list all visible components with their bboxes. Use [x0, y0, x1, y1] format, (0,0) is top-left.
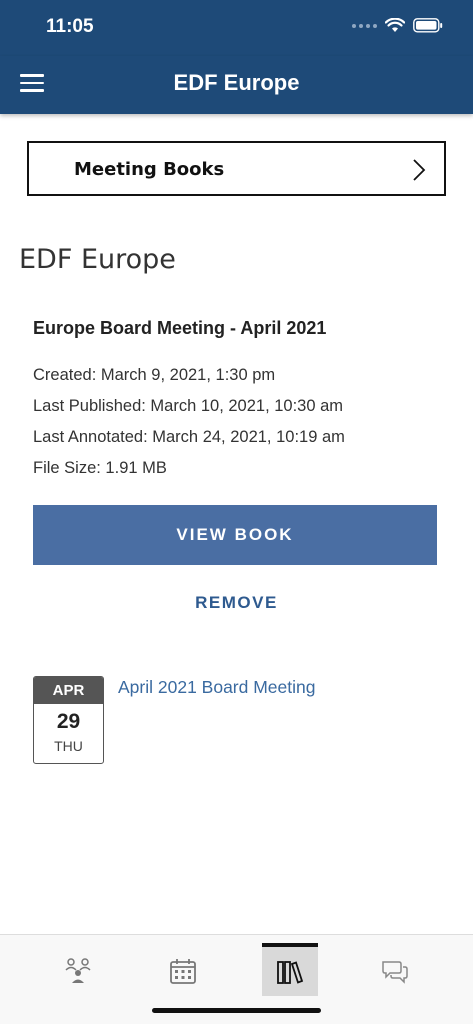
books-icon	[277, 960, 304, 984]
annotated-date: Last Annotated: March 24, 2021, 10:19 am	[33, 428, 345, 446]
chevron-right-icon	[413, 159, 426, 181]
published-date: Last Published: March 10, 2021, 10:30 am	[33, 397, 344, 415]
date-day: 29	[56, 710, 81, 733]
view-book-button[interactable]: VIEW BOOK	[33, 505, 437, 565]
status-icons	[352, 18, 443, 33]
wifi-icon	[385, 18, 405, 32]
date-weekday: THU	[54, 738, 83, 754]
page-title: EDF Europe	[173, 70, 300, 95]
section-title: EDF Europe	[19, 244, 176, 275]
chat-icon	[382, 961, 408, 984]
home-indicator	[152, 1008, 321, 1013]
people-icon	[65, 958, 91, 983]
created-date: Created: March 9, 2021, 1:30 pm	[33, 366, 276, 384]
calendar-icon	[170, 959, 196, 984]
tab-messages[interactable]	[367, 945, 423, 997]
status-bar: 11:05	[0, 0, 473, 56]
tab-calendar[interactable]	[155, 945, 211, 997]
event-link[interactable]: April 2021 Board Meeting	[118, 677, 315, 698]
file-size: File Size: 1.91 MB	[33, 459, 167, 477]
tab-people[interactable]	[50, 945, 106, 997]
status-time: 11:05	[46, 16, 94, 37]
date-month: APR	[34, 677, 103, 704]
meeting-books-label: Meeting Books	[74, 159, 225, 180]
meeting-books-button[interactable]: Meeting Books	[27, 141, 446, 196]
battery-icon	[413, 18, 443, 33]
book-title: Europe Board Meeting - April 2021	[33, 318, 327, 338]
date-badge: APR 29 THU	[33, 676, 104, 764]
remove-button[interactable]: REMOVE	[0, 593, 473, 613]
tab-books[interactable]	[262, 943, 318, 996]
app-header: EDF Europe	[0, 56, 473, 114]
signal-icon	[352, 23, 377, 28]
